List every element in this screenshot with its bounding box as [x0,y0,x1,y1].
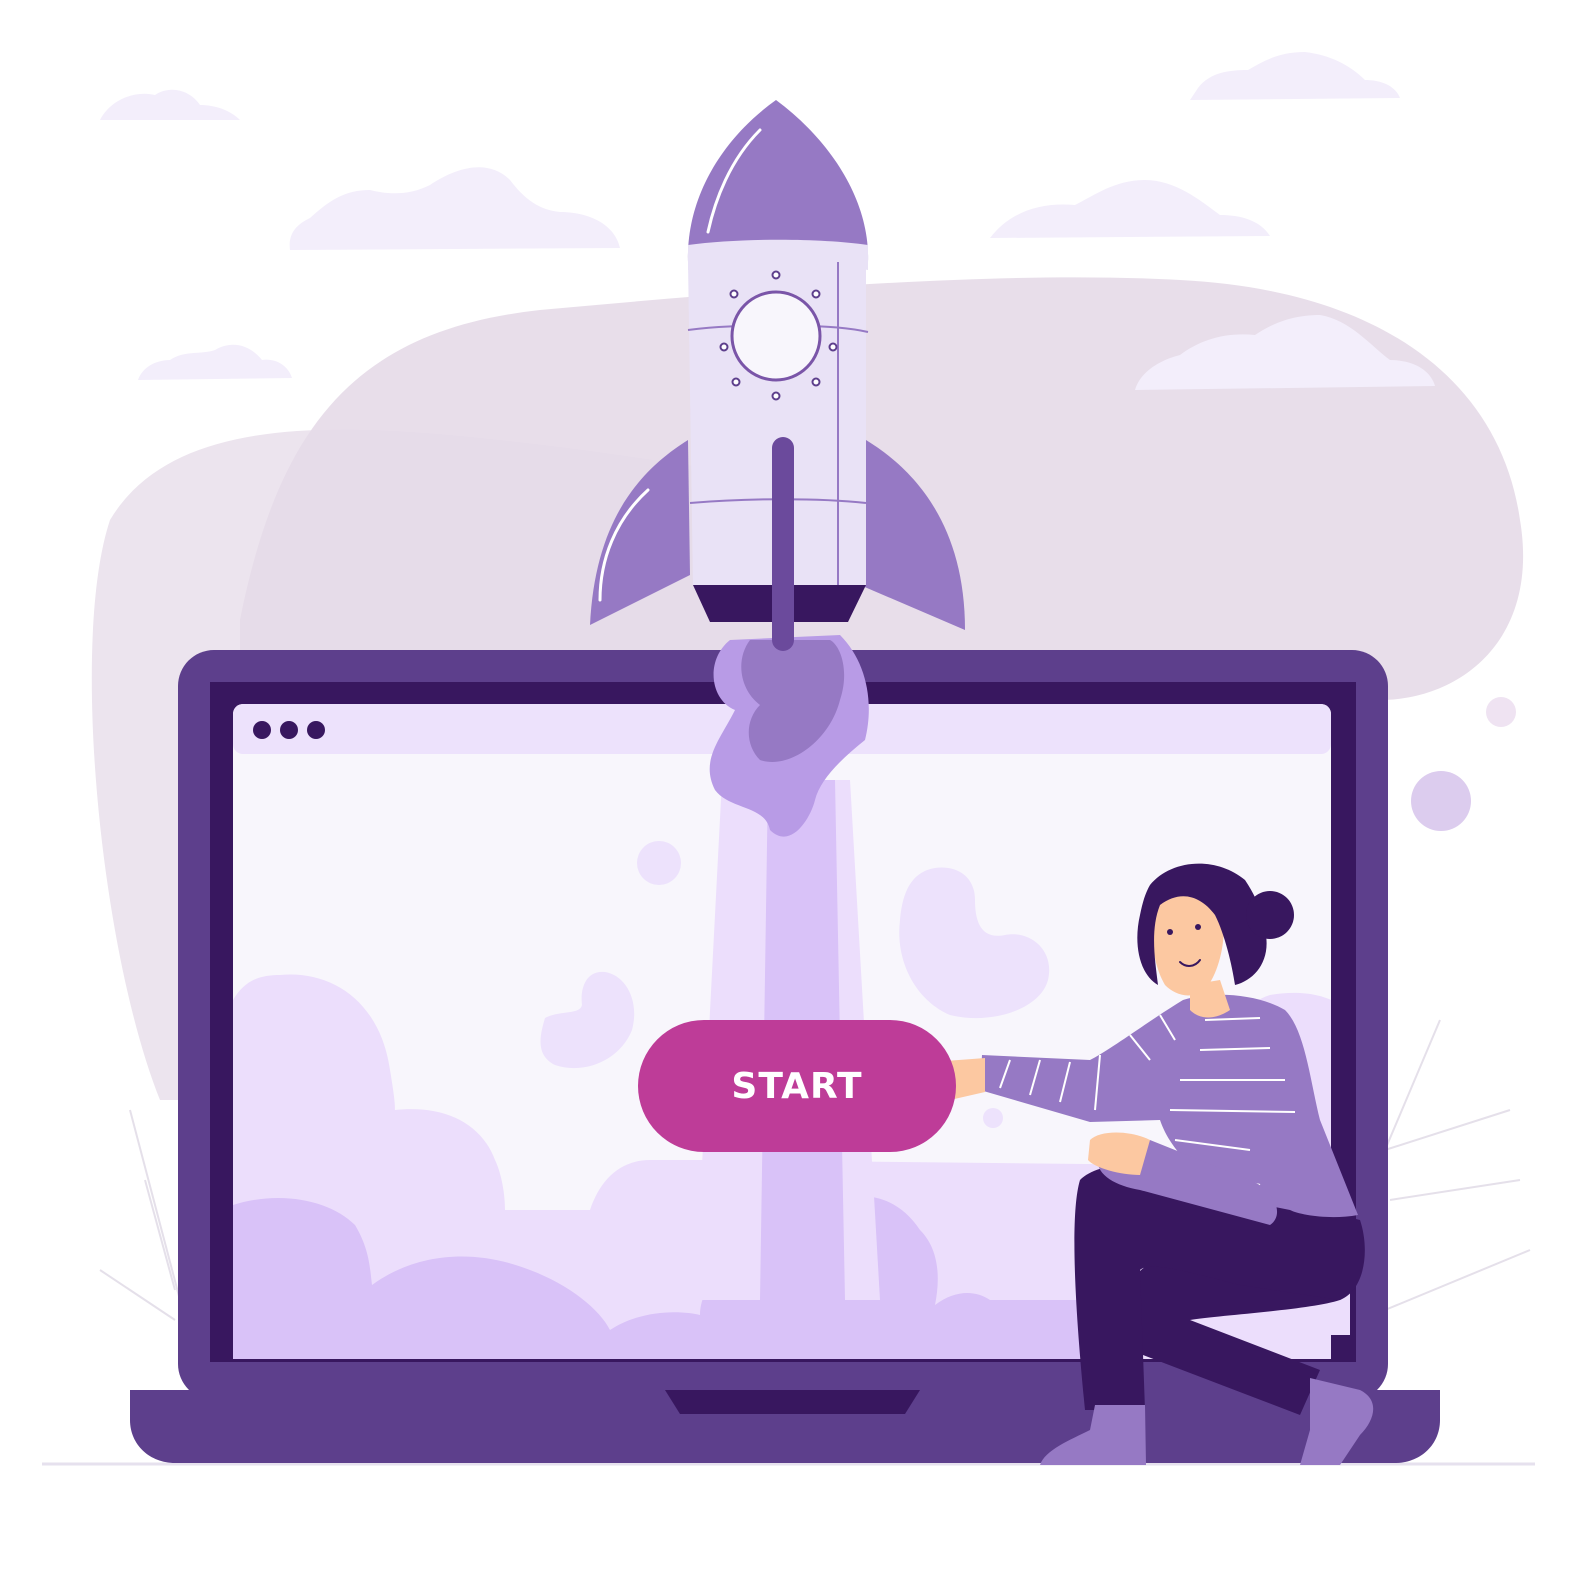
start-button[interactable]: START [638,1020,956,1152]
screen-bubble [983,1108,1003,1128]
cloud-1 [100,89,240,120]
floating-circle-small [1486,697,1516,727]
rocket-nose [687,100,869,262]
floating-circle-large [1411,771,1471,831]
window-dot [307,721,325,739]
person-hair-bun [1246,891,1294,939]
window-dot [280,721,298,739]
person-eye [1167,929,1173,935]
screen-bubble [637,841,681,885]
laptop-notch [665,1390,920,1414]
cloud-4 [1190,52,1400,100]
rocket-exhaust [695,635,880,1300]
browser-window-dots [253,721,325,739]
rocket-window [730,290,822,382]
cloud-5 [990,180,1270,238]
cloud-2 [289,167,620,250]
window-dot [253,721,271,739]
cloud-3 [138,344,292,380]
scene [42,52,1535,1466]
person-eye [1195,924,1201,930]
